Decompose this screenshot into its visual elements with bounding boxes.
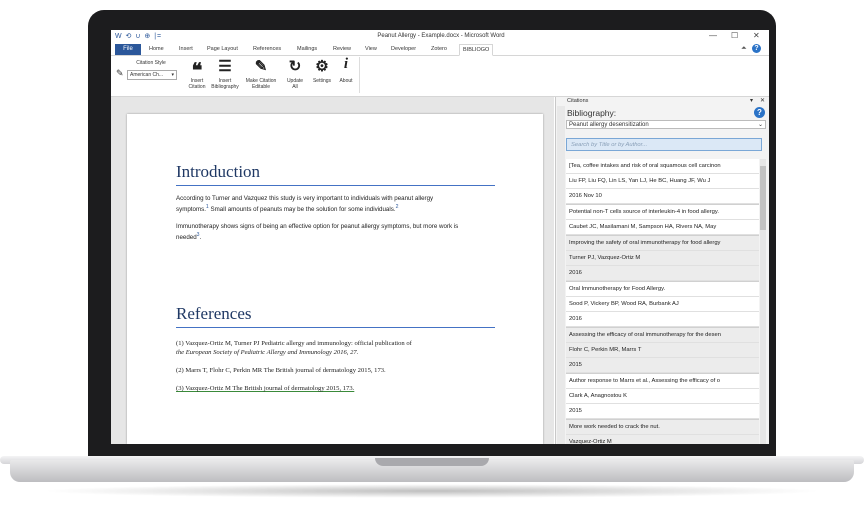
chevron-down-icon: ⌄ [757, 122, 763, 128]
citation-authors: Clark A, Anagnostou K [566, 389, 759, 404]
citation-style-value: American Ch... [130, 72, 164, 78]
list-scroll-thumb[interactable] [760, 166, 766, 230]
citation-year: 2016 [566, 312, 759, 327]
para2-line1: Immunotherapy shows signs of being an ef… [176, 223, 459, 230]
refresh-icon[interactable]: ↻ [285, 57, 305, 75]
citation-authors: Liu FP, Liu FQ, Lin LS, Yan LJ, He BC, H… [566, 174, 759, 189]
ribbon-divider [359, 57, 360, 93]
citation-style-select[interactable]: American Ch... ▾ [127, 70, 177, 80]
citation-title: Oral Immunotherapy for Food Allergy. [566, 282, 759, 297]
references-heading: References [176, 304, 252, 323]
ref1-line1: (1) Vazquez-Ortiz M, Turner PJ Pediatric… [176, 340, 412, 347]
insert-bibliography-button[interactable]: Insert Bibliography [207, 78, 243, 90]
search-input[interactable]: Search by Title or by Author... [566, 138, 762, 151]
quick-access-toolbar[interactable]: W ⟲ ∪ ⊕ |= [115, 32, 162, 40]
citation-authors: Sood P, Vickery BP, Wood RA, Burbank AJ [566, 297, 759, 312]
document-page[interactable]: Introduction According to Turner and Vaz… [127, 114, 543, 444]
citation-list: [Tea, coffee intakes and risk of oral sq… [566, 159, 759, 444]
reference-3: (3) Vazquez-Ortiz M The British journal … [176, 385, 355, 392]
tab-developer[interactable]: Developer [391, 46, 416, 52]
para2-end: . [199, 234, 202, 242]
maximize-button[interactable]: ☐ [731, 31, 738, 40]
intro-heading: Introduction [176, 162, 261, 181]
laptop-shadow [40, 484, 824, 498]
citation-list-item[interactable]: More work needed to crack the nut. Vazque… [566, 420, 759, 444]
citation-title: Author response to Marrs et al., Assessi… [566, 374, 759, 389]
tab-home[interactable]: Home [149, 46, 164, 52]
tab-view[interactable]: View [365, 46, 377, 52]
citation-style-label: Citation Style [136, 60, 166, 66]
citation-authors: Flohr C, Perkin MR, Marrs T [566, 343, 759, 358]
brush-icon[interactable]: ✎ [116, 68, 124, 79]
minimize-button[interactable]: — [709, 31, 717, 40]
citation-title: More work needed to crack the nut. [566, 420, 759, 435]
close-button[interactable]: ✕ [753, 31, 760, 40]
reference-1: (1) Vazquez-Ortiz M, Turner PJ Pediatric… [176, 339, 506, 357]
citation-year: 2016 Nov 10 [566, 189, 759, 204]
tab-file[interactable]: File [115, 44, 141, 55]
bibliography-value: Peanut allergy desensitization [569, 122, 649, 128]
citation-title: Potential non-T cells source of interleu… [566, 205, 759, 220]
make-citation-editable-button[interactable]: Make Citation Editable [239, 78, 283, 90]
citation-marker[interactable]: 2 [396, 204, 399, 210]
window-title: Peanut Allergy - Example.docx - Microsof… [377, 33, 505, 39]
para2-line2: needed3. [176, 231, 506, 242]
laptop-notch [375, 458, 489, 466]
citation-list-item[interactable]: Oral Immunotherapy for Food Allergy. Sood… [566, 282, 759, 328]
citation-authors: Caubet JC, Masilamani M, Sampson HA, Riv… [566, 220, 759, 235]
citation-year: 2015 [566, 404, 759, 419]
para1-line1: According to Turner and Vazquez this stu… [176, 195, 434, 202]
reference-2: (2) Marrs T, Flohr C, Perkin MR The Brit… [176, 367, 386, 374]
tab-mailings[interactable]: Mailings [297, 46, 317, 52]
citation-list-item[interactable]: Author response to Marrs et al., Assessi… [566, 374, 759, 420]
pane-help-icon[interactable]: ? [754, 107, 765, 118]
para1-line2: symptoms.1 Small amounts of peanuts may … [176, 203, 506, 214]
ref1-line2: the European Society of Pediatric Allerg… [176, 349, 359, 356]
tab-page-layout[interactable]: Page Layout [207, 46, 238, 52]
tab-review[interactable]: Review [333, 46, 351, 52]
pen-icon[interactable]: ✎ [249, 57, 273, 75]
citation-list-item[interactable]: Potential non-T cells source of interleu… [566, 205, 759, 236]
citation-authors: Turner PJ, Vazquez-Ortiz M [566, 251, 759, 266]
citation-year: 2016 [566, 266, 759, 281]
citation-title: Improving the safety of oral immunothera… [566, 236, 759, 251]
heading-rule [176, 327, 495, 328]
paragraph-1: According to Turner and Vazquez this stu… [176, 194, 506, 214]
title-bar: W ⟲ ∪ ⊕ |= Peanut Allergy - Example.docx… [111, 30, 769, 44]
update-all-button[interactable]: Update All [281, 78, 309, 90]
list-icon[interactable]: ☰ [213, 57, 237, 75]
citation-list-item[interactable]: Assessing the efficacy of oral immunothe… [566, 328, 759, 374]
about-button[interactable]: About [332, 78, 360, 84]
citation-authors: Vazquez-Ortiz M [566, 435, 759, 444]
para1-text: symptoms. [176, 206, 206, 214]
heading-rule [176, 185, 495, 186]
gear-icon[interactable]: ⚙ [312, 57, 332, 75]
citation-list-item[interactable]: Improving the safety of oral immunothera… [566, 236, 759, 282]
citation-list-item[interactable]: [Tea, coffee intakes and risk of oral sq… [566, 159, 759, 205]
citation-year: 2015 [566, 358, 759, 373]
tab-zotero[interactable]: Zotero [431, 46, 447, 52]
tab-references[interactable]: References [253, 46, 281, 52]
paragraph-2: Immunotherapy shows signs of being an ef… [176, 222, 506, 242]
ribbon-collapse-icon[interactable]: ⏶ [741, 45, 747, 53]
bibliography-select[interactable]: Peanut allergy desensitization ⌄ [566, 120, 766, 129]
info-icon[interactable]: i [336, 56, 356, 73]
word-window: W ⟲ ∪ ⊕ |= Peanut Allergy - Example.docx… [111, 30, 769, 444]
pane-scrollbar[interactable] [557, 106, 565, 444]
pane-close-icon[interactable]: ✕ [760, 97, 765, 104]
help-icon[interactable]: ? [752, 44, 761, 53]
para1-text-2: Small amounts of peanuts may be the solu… [208, 206, 396, 214]
tab-insert[interactable]: Insert [179, 46, 193, 52]
pane-header: Citations ▾ ✕ [566, 97, 769, 106]
tab-bibliogo[interactable]: BIBLIOGO [459, 44, 494, 56]
bibliography-label: Bibliography: [567, 108, 617, 118]
para2-text: needed [176, 234, 197, 242]
chevron-down-icon: ▾ [171, 72, 174, 78]
pane-menu-icon[interactable]: ▾ [750, 97, 753, 104]
citation-title: [Tea, coffee intakes and risk of oral sq… [566, 159, 759, 174]
citation-title: Assessing the efficacy of oral immunothe… [566, 328, 759, 343]
ribbon [111, 56, 769, 97]
pane-title: Citations [567, 98, 589, 104]
